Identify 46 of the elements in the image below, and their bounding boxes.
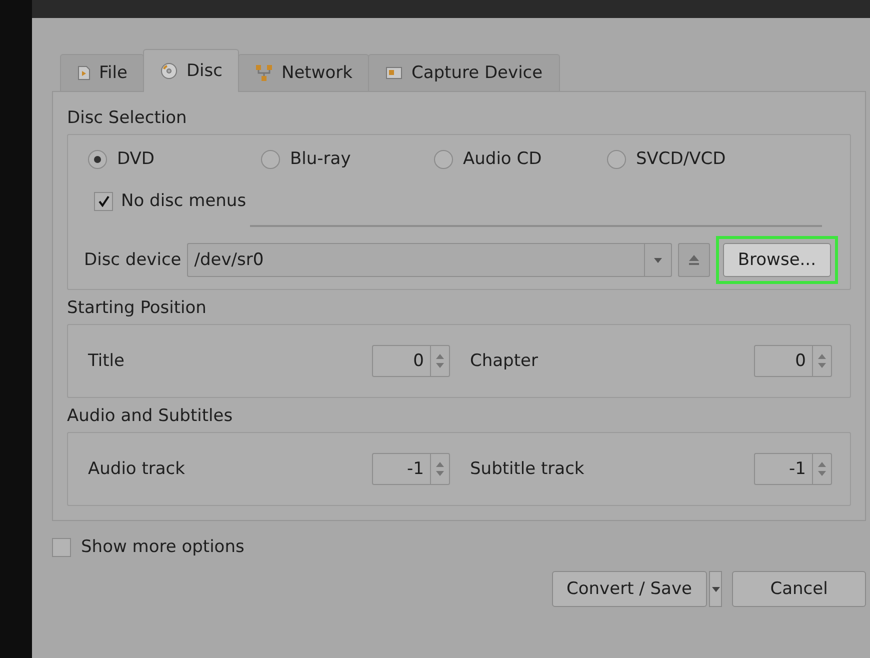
browse-button[interactable]: Browse... <box>722 243 831 277</box>
dropdown-arrow-icon <box>654 258 662 262</box>
field-label: Chapter <box>470 351 538 371</box>
up-down-arrows-icon <box>436 354 444 368</box>
network-icon <box>255 64 274 82</box>
group-title: Starting Position <box>67 297 206 320</box>
device-combo-box[interactable]: /dev/sr0 <box>187 243 672 277</box>
tab[interactable]: Network <box>238 54 370 91</box>
radio-button[interactable] <box>88 150 107 168</box>
group-title: Audio and Subtitles <box>67 405 233 428</box>
convert-save-button[interactable]: Convert / Save <box>552 571 707 607</box>
radio-button[interactable] <box>261 150 280 168</box>
cancel-button[interactable]: Cancel <box>732 571 866 607</box>
group-title: Disc Selection <box>67 107 187 130</box>
field-label: Audio track <box>88 459 185 479</box>
up-down-arrows-icon <box>818 354 826 368</box>
radio-label: SVCD/VCD <box>636 149 726 169</box>
tab[interactable]: Disc <box>143 49 240 92</box>
file-icon <box>77 65 91 81</box>
radio-label: Audio CD <box>463 149 542 169</box>
spin-box[interactable]: 0 <box>754 345 832 377</box>
radio-label: DVD <box>117 149 155 169</box>
spin-box[interactable]: 0 <box>372 345 450 377</box>
field-label: Subtitle track <box>470 459 584 479</box>
dropdown-button[interactable] <box>709 571 722 607</box>
radio-label: Blu-ray <box>290 149 351 169</box>
radio-button[interactable] <box>434 150 453 168</box>
checkbox-label: Show more options <box>81 537 244 557</box>
spin-box[interactable]: -1 <box>372 453 450 485</box>
checkbox-label: No disc menus <box>121 191 246 211</box>
capture-card-icon <box>385 65 404 81</box>
field-label: Disc device <box>84 250 182 270</box>
tab[interactable]: Capture Device <box>368 54 560 91</box>
field-label: Title <box>88 351 124 371</box>
checkbox[interactable] <box>52 538 71 556</box>
checkmark-icon <box>98 195 110 207</box>
disc-icon <box>160 62 178 80</box>
dropdown-arrow-icon <box>712 586 720 592</box>
spin-box[interactable]: -1 <box>754 453 832 485</box>
radio-button[interactable] <box>607 150 626 168</box>
tab[interactable]: File <box>60 54 144 91</box>
eject-icon <box>688 255 700 265</box>
up-down-arrows-icon <box>818 462 826 476</box>
eject-button[interactable] <box>678 243 710 277</box>
checkbox[interactable] <box>94 192 113 210</box>
up-down-arrows-icon <box>436 462 444 476</box>
